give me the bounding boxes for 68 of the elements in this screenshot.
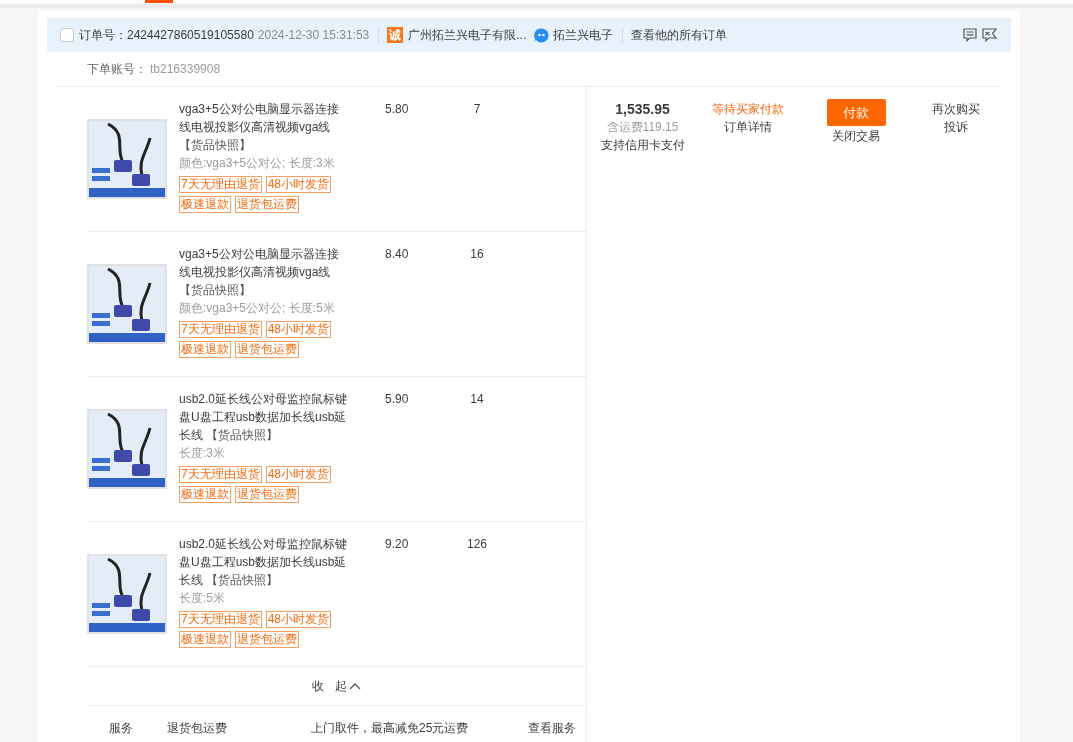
service-tag: 7天无理由退货 [179, 611, 262, 628]
shop-name-link[interactable]: 广州拓兰兴电子有限... [408, 26, 527, 44]
service-tag: 退货包运费 [235, 196, 299, 213]
snapshot-link[interactable]: 【货品快照】 [206, 573, 279, 587]
view-service-link[interactable]: 查看服务 [528, 719, 576, 742]
collapse-button[interactable]: 收 起 [311, 677, 362, 695]
service-tag: 退货包运费 [235, 486, 299, 503]
product-spec: 颜色:vga3+5公对公; 长度:5米 [179, 300, 336, 317]
service-tag: 48小时发货 [265, 466, 332, 483]
service-tag: 7天无理由退货 [179, 321, 262, 338]
service-tag: 极速退款 [179, 486, 231, 503]
quantity: 7 [472, 101, 482, 118]
close-order-link[interactable]: 关闭交易 [832, 127, 880, 145]
service-label: 服务 [109, 720, 134, 737]
unit-price: 5.90 [385, 391, 410, 408]
tab-indicator [145, 0, 173, 3]
note-icon[interactable] [963, 28, 977, 42]
product-title[interactable]: vga3+5公对公电脑显示器连接线电视投影仪高清视频vga线 【货品快照】 [179, 100, 349, 154]
service-description: 上门取件，最高减免25元运费 [311, 720, 470, 737]
quantity: 126 [466, 536, 488, 553]
flag-icon[interactable] [982, 28, 997, 42]
snapshot-link[interactable]: 【货品快照】 [206, 428, 279, 442]
service-tag: 退货包运费 [235, 631, 299, 648]
all-orders-link[interactable]: 查看他的所有订单 [631, 26, 728, 44]
seller-tag: 诚 [387, 27, 404, 43]
quantity: 16 [469, 246, 485, 263]
unit-price: 5.80 [385, 101, 410, 118]
service-tag: 极速退款 [179, 631, 231, 648]
complaint-link[interactable]: 投诉 [944, 118, 968, 136]
rebuy-link[interactable]: 再次购买 [932, 100, 980, 118]
service-tag: 7天无理由退货 [179, 466, 262, 483]
product-title[interactable]: vga3+5公对公电脑显示器连接线电视投影仪高清视频vga线 【货品快照】 [179, 245, 349, 299]
payment-note: 支持信用卡支付 [600, 137, 685, 154]
order-checkbox[interactable] [60, 28, 74, 42]
order-detail-link[interactable]: 订单详情 [724, 118, 772, 136]
order-status: 等待买家付款 [712, 101, 784, 118]
service-tag: 48小时发货 [265, 611, 332, 628]
cable-drawing[interactable] [87, 264, 167, 344]
service-tag: 48小时发货 [265, 176, 332, 193]
snapshot-link[interactable]: 【货品快照】 [179, 283, 251, 297]
snapshot-link[interactable]: 【货品快照】 [179, 138, 251, 152]
order-number: 2424427860519105580 [127, 28, 254, 42]
product-spec: 长度:3米 [179, 445, 226, 462]
service-tag: 极速退款 [179, 196, 231, 213]
caret-up-icon [349, 682, 362, 690]
account-label: 下单账号： [87, 60, 147, 78]
seller-chat-link[interactable]: 拓兰兴电子 [553, 26, 614, 44]
product-title[interactable]: usb2.0延长线公对母监控鼠标键盘U盘工程usb数据加长线usb延长线 【货品快照】 [179, 390, 349, 444]
cable-drawing[interactable] [87, 119, 167, 199]
unit-price: 8.40 [385, 246, 410, 263]
service-tag: 极速退款 [179, 341, 231, 358]
service-tag: 退货包运费 [235, 341, 299, 358]
service-tag: 7天无理由退货 [179, 176, 262, 193]
order-total: 1,535.95 [615, 100, 670, 118]
product-title[interactable]: usb2.0延长线公对母监控鼠标键盘U盘工程usb数据加长线usb延长线 【货品快照】 [179, 535, 349, 589]
cable-drawing[interactable] [87, 554, 167, 634]
product-spec: 颜色:vga3+5公对公; 长度:3米 [179, 155, 336, 172]
account-name: tb216339908 [150, 62, 221, 76]
quantity: 14 [469, 391, 485, 408]
service-tag: 48小时发货 [265, 321, 332, 338]
cable-drawing[interactable] [87, 409, 167, 489]
product-spec: 长度:5米 [179, 590, 226, 607]
order-time: 2024-12-30 15:31:53 [257, 28, 370, 42]
chat-icon[interactable] [534, 27, 550, 43]
service-name: 退货包运费 [167, 720, 228, 737]
unit-price: 9.20 [385, 536, 410, 553]
shipping-fee: 含运费119.15 [606, 119, 679, 136]
order-number-label: 订单号： [79, 26, 127, 44]
